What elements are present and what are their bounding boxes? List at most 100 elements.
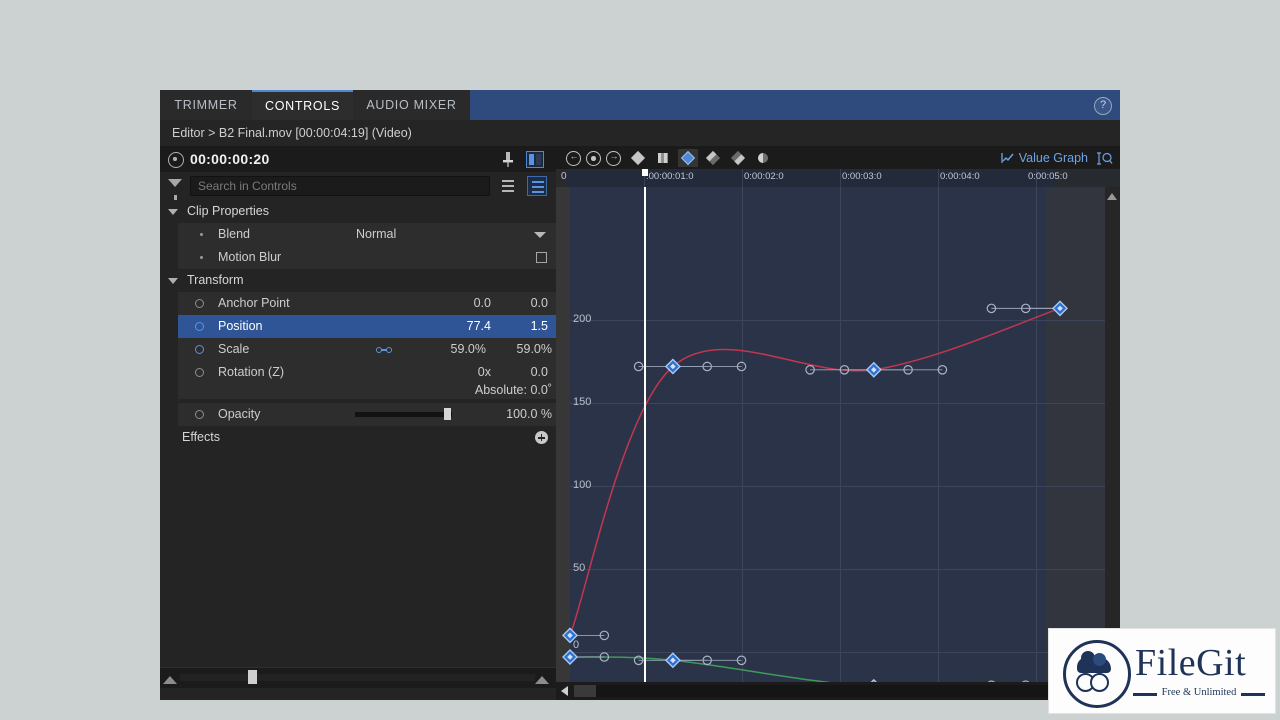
zoom-in-icon[interactable]	[535, 676, 549, 684]
property-row-rotation[interactable]: Rotation (Z) 0x 0.0 Absolute: 0.0˚	[178, 361, 556, 399]
playhead-handle[interactable]	[642, 169, 648, 176]
compact-list-view-button[interactable]	[498, 176, 518, 196]
group-effects-label: Effects	[182, 430, 220, 444]
property-value-scale-y[interactable]: 59.0%	[492, 338, 552, 361]
property-row-scale[interactable]: Scale 59.0% 59.0%	[178, 338, 556, 361]
keyframe-marker[interactable]	[865, 361, 882, 378]
breadcrumb: Editor > B2 Final.mov [00:00:04:19] (Vid…	[160, 120, 1120, 147]
keyframe-marker[interactable]	[664, 652, 681, 669]
property-row-position[interactable]: Position 77.4 1.5	[178, 315, 556, 338]
timecode-row: 00:00:00:20	[160, 147, 556, 173]
keyframe-curves[interactable]	[556, 187, 1105, 682]
timecode-value[interactable]: 00:00:00:20	[190, 147, 270, 172]
bullet-icon	[200, 233, 203, 236]
motion-blur-checkbox[interactable]	[536, 252, 547, 263]
property-label-motion-blur: Motion Blur	[218, 250, 282, 264]
scroll-thumb[interactable]	[248, 670, 257, 684]
hold-keyframe-icon	[658, 153, 668, 163]
help-icon[interactable]: ?	[1094, 97, 1112, 115]
ruler-tick-5: 0:00:05:0	[1028, 171, 1068, 182]
add-keyframe-icon[interactable]	[586, 151, 601, 166]
chevron-down-icon	[168, 209, 178, 215]
chevron-down-icon	[168, 278, 178, 284]
property-value-anchor-x[interactable]: 0.0	[474, 292, 491, 315]
graph-plot-area[interactable]: 200 150 100 50 0	[556, 187, 1105, 682]
hscroll-track[interactable]	[574, 685, 1110, 697]
ruler-tick-3: 0:00:03:0	[842, 171, 882, 182]
zoom-out-icon[interactable]	[163, 676, 177, 684]
tab-audio-mixer[interactable]: AUDIO MIXER	[353, 90, 470, 120]
keyframe-marker[interactable]	[562, 648, 578, 665]
keyframe-toggle-icon[interactable]	[195, 410, 204, 419]
keyframe-toggle-icon[interactable]	[195, 368, 204, 377]
rotation-absolute-label: Absolute: 0.0˚	[474, 383, 552, 397]
property-value-position-y[interactable]: 1.5	[496, 315, 548, 338]
keyframe-toggle-icon[interactable]	[195, 299, 204, 308]
property-value-anchor-y[interactable]: 0.0	[496, 292, 548, 315]
scroll-left-icon[interactable]	[561, 686, 568, 696]
property-label-anchor-point: Anchor Point	[218, 296, 290, 310]
pin-icon[interactable]	[501, 152, 515, 167]
property-row-motion-blur[interactable]: Motion Blur	[178, 246, 556, 269]
split-view-toggle[interactable]	[526, 151, 544, 168]
keyframe-toggle-icon[interactable]	[195, 322, 204, 331]
playhead-line[interactable]	[644, 187, 646, 682]
cloud-icon	[1077, 651, 1111, 673]
linear-keyframe-button[interactable]	[628, 149, 648, 167]
smooth-keyframe-icon	[680, 150, 696, 166]
chevron-down-icon[interactable]	[534, 232, 546, 238]
tab-trimmer[interactable]: TRIMMER	[160, 90, 252, 120]
graph-vertical-scrollbar[interactable]	[1105, 187, 1120, 682]
fit-to-view-icon[interactable]	[1096, 151, 1114, 166]
link-chain-icon[interactable]	[376, 347, 392, 353]
keyframe-marker[interactable]	[562, 627, 578, 644]
tab-trimmer-label: TRIMMER	[174, 98, 238, 112]
controls-panel-window: TRIMMER CONTROLS AUDIO MIXER ? Editor > …	[160, 90, 1120, 700]
search-input[interactable]	[190, 176, 490, 196]
graph-toolbar: ← → Value Graph	[556, 147, 1120, 169]
watermark: FileGit Free & Unlimited	[1048, 628, 1276, 714]
properties-horizontal-scrollbar[interactable]	[160, 667, 556, 688]
property-value-scale-x[interactable]: 59.0%	[451, 338, 486, 361]
filter-icon[interactable]	[168, 179, 182, 200]
ease-out-keyframe-button[interactable]	[728, 149, 748, 167]
smooth-keyframe-button[interactable]	[678, 149, 698, 167]
scroll-up-icon[interactable]	[1107, 193, 1117, 200]
clock-icon	[168, 152, 184, 168]
property-value-opacity[interactable]: 100.0 %	[492, 403, 552, 426]
group-effects[interactable]: Effects	[160, 426, 556, 449]
keyframe-marker[interactable]	[1052, 300, 1068, 317]
ease-in-keyframe-icon	[705, 150, 721, 166]
property-row-anchor-point[interactable]: Anchor Point 0.0 0.0	[178, 292, 556, 315]
properties-panel: 00:00:00:20 Clip Properties Blend Nor	[160, 147, 556, 700]
next-keyframe-icon[interactable]: →	[606, 151, 621, 166]
property-value-position-x[interactable]: 77.4	[467, 315, 491, 338]
keyframe-toggle-icon[interactable]	[195, 345, 204, 354]
search-row	[160, 172, 556, 200]
opacity-slider-handle[interactable]	[444, 408, 451, 420]
group-transform[interactable]: Transform	[160, 269, 556, 292]
scroll-track[interactable]	[180, 674, 535, 681]
tab-controls[interactable]: CONTROLS	[252, 90, 353, 122]
opacity-slider-track[interactable]	[355, 412, 452, 417]
add-effect-button[interactable]	[535, 431, 548, 444]
property-label-scale: Scale	[218, 342, 250, 356]
hscroll-thumb[interactable]	[574, 685, 596, 697]
detailed-list-view-button[interactable]	[527, 176, 547, 196]
property-label-blend: Blend	[218, 227, 250, 241]
property-row-blend[interactable]: Blend Normal	[178, 223, 556, 246]
hold-keyframe-button[interactable]	[653, 149, 673, 167]
timeline-ruler[interactable]: 0 :00:00:01:0 0:00:02:0 0:00:03:0 0:00:0…	[556, 169, 1120, 188]
value-graph-button[interactable]: Value Graph	[1001, 147, 1088, 169]
ease-in-keyframe-button[interactable]	[703, 149, 723, 167]
ease-out-keyframe-icon	[730, 150, 746, 166]
tab-controls-label: CONTROLS	[264, 99, 341, 113]
ruler-tick-1: :00:00:01:0	[646, 171, 694, 182]
graph-horizontal-scrollbar[interactable]	[556, 682, 1120, 700]
prev-keyframe-icon[interactable]: ←	[566, 151, 581, 166]
group-clip-properties[interactable]: Clip Properties	[160, 200, 556, 223]
property-row-opacity[interactable]: Opacity 100.0 %	[178, 403, 556, 426]
ease-both-keyframe-button[interactable]	[753, 149, 773, 167]
property-label-rotation: Rotation (Z)	[218, 365, 284, 379]
value-graph-label: Value Graph	[1018, 151, 1088, 165]
